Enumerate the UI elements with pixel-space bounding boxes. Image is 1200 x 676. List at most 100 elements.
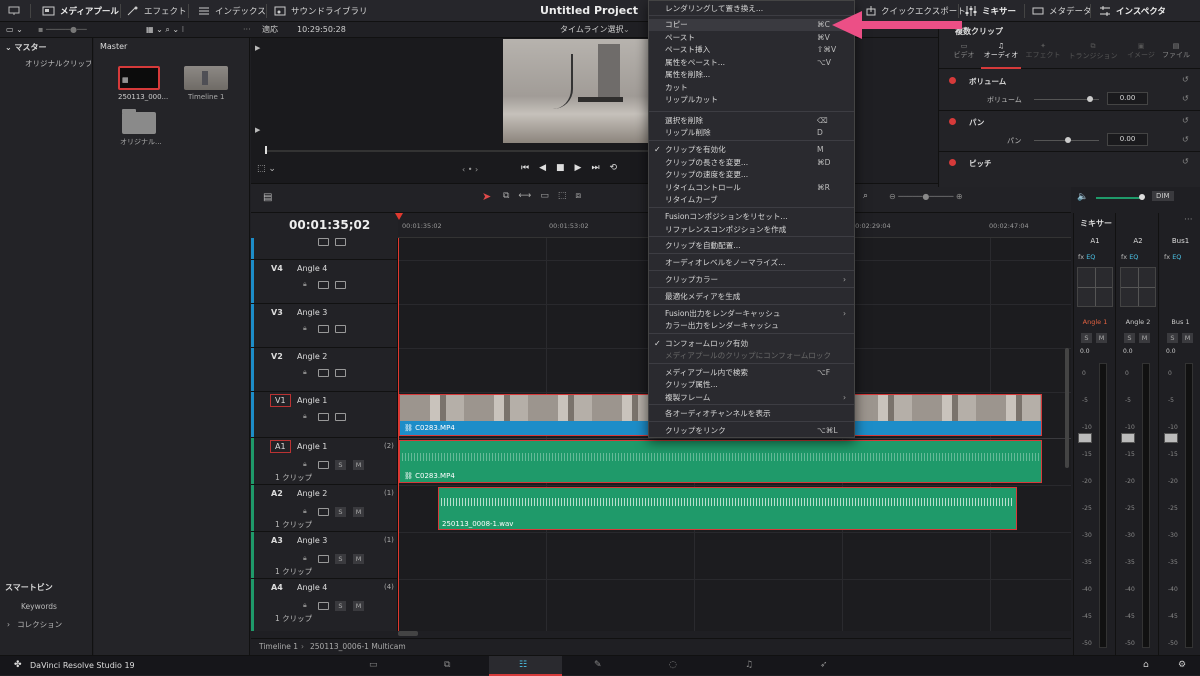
tab-video[interactable]: ▭ ビデオ xyxy=(949,42,979,60)
crop-icon[interactable]: ⬚ ⌄ xyxy=(257,164,276,174)
transport-controls[interactable]: ⏮◀■▶⏭⟲ xyxy=(521,163,627,173)
zoom-slider[interactable]: ⊖ ─────●───── ⊕ xyxy=(889,192,963,201)
pan-slider-knob[interactable] xyxy=(1065,137,1071,143)
master-bin[interactable]: ⌄ マスター xyxy=(5,42,47,53)
selection-tool-icon[interactable]: ➤ xyxy=(482,190,491,203)
auto-select-icon[interactable] xyxy=(318,281,329,289)
fader-knob[interactable] xyxy=(1078,433,1092,443)
workspace-icon[interactable] xyxy=(8,0,20,22)
lock-icon[interactable]: 🔒︎ xyxy=(303,324,307,333)
tab-file[interactable]: ▤ ファイル xyxy=(1161,42,1191,60)
menu-item[interactable]: リタイムカーブ xyxy=(649,194,854,206)
auto-select-icon[interactable] xyxy=(318,461,329,469)
timeline-thumb[interactable] xyxy=(184,66,228,90)
auto-select-icon[interactable] xyxy=(318,413,329,421)
mute-button[interactable]: M xyxy=(1096,333,1107,343)
fx-icon[interactable]: fx EQ xyxy=(1078,253,1095,261)
bin-list-icon[interactable]: ▭ ⌄ xyxy=(6,22,23,38)
fader-track[interactable] xyxy=(1185,363,1193,648)
pan-value[interactable]: 0.00 xyxy=(1107,133,1148,146)
fader-knob[interactable] xyxy=(1164,433,1178,443)
playhead-marker[interactable] xyxy=(395,213,403,220)
mute-button[interactable]: M xyxy=(353,507,364,517)
mute-button[interactable]: M xyxy=(1139,333,1150,343)
chevron-down-icon[interactable]: ⌄ xyxy=(623,22,630,38)
auto-select-icon[interactable] xyxy=(318,369,329,377)
auto-select-icon[interactable] xyxy=(318,238,329,246)
menu-item[interactable]: クリップをリンク ⌥⌘L xyxy=(649,425,854,437)
fairlight-page-icon[interactable]: ♫ xyxy=(745,660,753,670)
solo-button[interactable]: S xyxy=(335,460,346,470)
lock-icon[interactable]: 🔒︎ xyxy=(303,554,307,563)
menu-item[interactable]: Fusionコンポジションをリセット... xyxy=(649,211,854,223)
track-id-active[interactable]: A1 xyxy=(270,440,291,453)
menu-item[interactable]: ✓ コンフォームロック有効 xyxy=(649,338,854,350)
home-icon[interactable]: ⌂ xyxy=(1143,660,1149,670)
menu-item[interactable]: メディアプールのクリップにコンフォームロック xyxy=(649,350,854,362)
metadata-button[interactable]: メタデータ xyxy=(1032,0,1092,22)
timeline-select-dropdown[interactable]: タイムライン選択 xyxy=(560,22,623,38)
mute-button[interactable]: M xyxy=(353,601,364,611)
dim-button[interactable]: DIM xyxy=(1152,191,1174,201)
lock-icon[interactable]: 🔒︎ xyxy=(303,460,307,469)
pan-enable-toggle[interactable] xyxy=(949,118,956,125)
lock-icon[interactable]: 🔒︎ xyxy=(303,368,307,377)
track-a3[interactable]: A3 Angle 3 (1) 🔒︎ S M 1 クリップ xyxy=(251,532,398,579)
reset-icon[interactable]: ↺ xyxy=(1182,116,1189,125)
tab-image[interactable]: ▣ イメージ xyxy=(1125,42,1157,60)
menu-item[interactable]: ✓ クリップを有効化 M xyxy=(649,144,854,156)
menu-item[interactable]: Fusion出力をレンダーキャッシュ › xyxy=(649,308,854,320)
menu-item[interactable]: クリップカラー › xyxy=(649,274,854,286)
folder-icon[interactable] xyxy=(122,109,156,134)
fx-icon[interactable]: fx EQ xyxy=(1164,253,1181,261)
fusion-page-icon[interactable]: ✎ xyxy=(594,660,602,670)
breadcrumb-timeline[interactable]: Timeline 1 xyxy=(259,642,298,651)
volume-enable-toggle[interactable] xyxy=(949,77,956,84)
video-toggle-icon[interactable] xyxy=(335,413,346,421)
keywords-bin[interactable]: Keywords xyxy=(21,602,57,611)
solo-button[interactable]: S xyxy=(335,601,346,611)
auto-select-icon[interactable] xyxy=(318,508,329,516)
menu-item[interactable]: リップルカット xyxy=(649,94,854,106)
mixer-button[interactable]: ミキサー xyxy=(965,0,1016,22)
lock-icon[interactable]: 🔒︎ xyxy=(303,280,307,289)
menu-item[interactable]: カット xyxy=(649,82,854,94)
pitch-enable-toggle[interactable] xyxy=(949,159,956,166)
menu-item[interactable]: 複製フレーム › xyxy=(649,392,854,404)
fader-knob[interactable] xyxy=(1121,433,1135,443)
inspector-button[interactable]: インスペクタ xyxy=(1099,0,1166,22)
lock-icon[interactable]: 🔒︎ xyxy=(303,601,307,610)
fx-icon[interactable]: fx EQ xyxy=(1121,253,1138,261)
menu-item[interactable]: 属性をペースト... ⌥V xyxy=(649,57,854,69)
volume-slider[interactable] xyxy=(1096,197,1141,199)
reset-icon[interactable]: ↺ xyxy=(1182,94,1189,103)
track-v2[interactable]: V2 Angle 2 🔒︎ xyxy=(251,348,398,392)
vertical-scrollbar[interactable] xyxy=(1065,348,1069,468)
sound-library-button[interactable]: サウンドライブラリ xyxy=(274,0,368,22)
solo-button[interactable]: S xyxy=(1081,333,1092,343)
jog-icon[interactable]: ‹ • › xyxy=(462,165,478,174)
media-pool-button[interactable]: メディアプール xyxy=(42,0,119,22)
menu-item[interactable]: カラー出力をレンダーキャッシュ xyxy=(649,320,854,332)
menu-item[interactable]: メディアプール内で検索 ⌥F xyxy=(649,367,854,379)
play-left-icon[interactable]: ▶ xyxy=(255,44,260,52)
reset-icon[interactable]: ↺ xyxy=(1182,157,1189,166)
menu-item[interactable]: クリップの速度を変更... xyxy=(649,169,854,181)
track-v4[interactable]: V4 Angle 4 🔒︎ xyxy=(251,260,398,304)
scrubber-track[interactable] xyxy=(265,150,648,152)
mute-button[interactable]: M xyxy=(353,460,364,470)
settings-gear-icon[interactable]: ⚙ xyxy=(1178,660,1186,670)
track-a4[interactable]: A4 Angle 4 (4) 🔒︎ S M 1 クリップ xyxy=(251,579,398,631)
play-left-icon[interactable]: ▶ xyxy=(255,126,260,134)
menu-item[interactable]: コピー ⌘C xyxy=(649,19,854,31)
tab-effects[interactable]: ✦ エフェクト xyxy=(1025,42,1061,60)
fader-track[interactable] xyxy=(1099,363,1107,648)
lock-icon[interactable]: 🔒︎ xyxy=(303,412,307,421)
menu-item[interactable]: ペースト挿入 ⇧⌘V xyxy=(649,44,854,56)
audio-clip-a1[interactable]: ⛓︎ C0283.MP4 xyxy=(399,440,1042,483)
multicam-clip-thumb[interactable]: ▦ xyxy=(118,66,160,90)
track-a2[interactable]: A2 Angle 2 (1) 🔒︎ S M 1 クリップ xyxy=(251,485,398,532)
lock-icon[interactable]: 🔒︎ xyxy=(303,507,307,516)
more-icon[interactable]: ··· xyxy=(243,22,251,38)
video-toggle-icon[interactable] xyxy=(335,281,346,289)
